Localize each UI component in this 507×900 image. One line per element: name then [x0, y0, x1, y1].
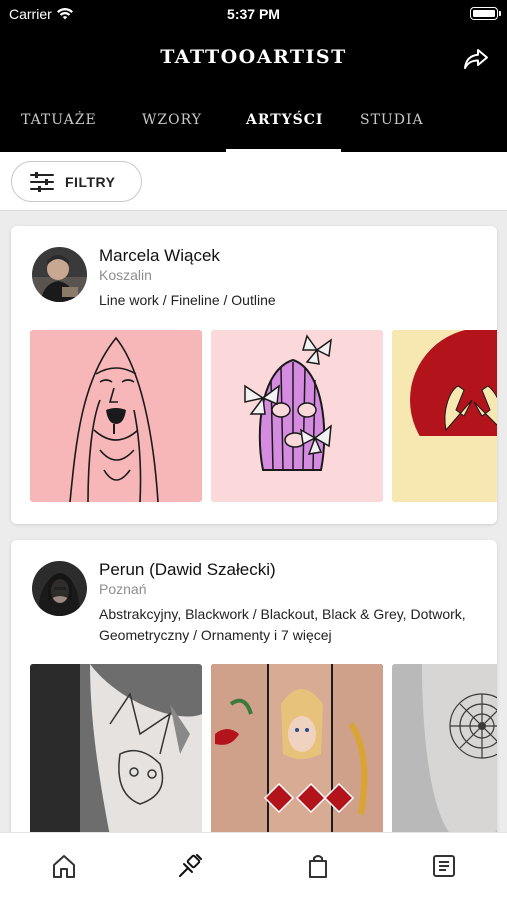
tattoo-thumbnail[interactable]: [392, 664, 497, 836]
tab-artysci[interactable]: ARTYŚCI: [246, 112, 323, 128]
sliders-icon: [30, 171, 54, 192]
status-bar: Carrier 5:37 PM: [0, 0, 507, 28]
filter-bar: FILTRY: [0, 152, 507, 211]
tattoo-thumbnail[interactable]: [30, 330, 202, 502]
artist-name[interactable]: Marcela Wiącek: [99, 246, 220, 266]
tab-wzory[interactable]: WZORY: [142, 112, 202, 128]
tattoo-machine-icon[interactable]: [177, 853, 203, 879]
home-icon[interactable]: [51, 853, 77, 879]
battery-icon: [470, 7, 501, 20]
artist-city: Poznań: [99, 581, 147, 597]
artist-name[interactable]: Perun (Dawid Szałecki): [99, 560, 276, 580]
artist-city: Koszalin: [99, 267, 152, 283]
filter-label: FILTRY: [65, 173, 116, 190]
tattoo-thumbnail[interactable]: [211, 330, 383, 502]
app-title: TATTOOARTIST: [160, 46, 347, 68]
app-header: Carrier 5:37 PM TATTOOARTIST TATUAŻE WZO…: [0, 0, 507, 152]
artist-gallery: [30, 330, 497, 502]
artist-gallery: [30, 664, 497, 836]
artist-styles: Line work / Fineline / Outline: [99, 292, 276, 308]
bottom-navigation: [0, 832, 507, 900]
tab-studia[interactable]: STUDIA: [360, 112, 424, 128]
avatar[interactable]: [32, 561, 87, 616]
tab-bar: TATUAŻE WZORY ARTYŚCI STUDIA: [0, 100, 507, 152]
tattoo-thumbnail[interactable]: [30, 664, 202, 836]
artist-card[interactable]: Perun (Dawid Szałecki) Poznań Abstrakcyj…: [11, 540, 497, 840]
share-icon[interactable]: [463, 47, 489, 71]
avatar[interactable]: [32, 247, 87, 302]
artist-styles: Abstrakcyjny, Blackwork / Blackout, Blac…: [99, 606, 466, 643]
list-icon[interactable]: [431, 853, 457, 879]
filter-button[interactable]: FILTRY: [11, 161, 142, 202]
tab-tatuaze[interactable]: TATUAŻE: [21, 112, 97, 128]
shopping-bag-icon[interactable]: [305, 853, 331, 879]
tattoo-thumbnail[interactable]: [211, 664, 383, 836]
tattoo-thumbnail[interactable]: [392, 330, 497, 502]
artist-card[interactable]: Marcela Wiącek Koszalin Line work / Fine…: [11, 226, 497, 524]
status-time: 5:37 PM: [227, 6, 280, 22]
